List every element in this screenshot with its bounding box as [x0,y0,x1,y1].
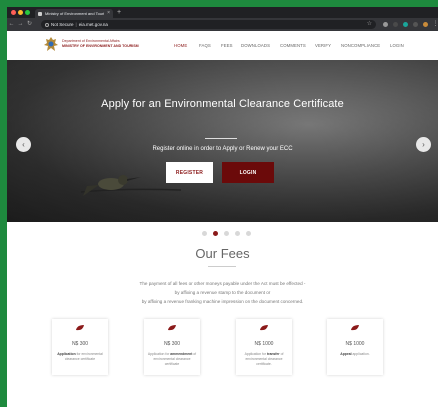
nav-downloads[interactable]: DOWNLOADS [241,43,270,48]
fee-card: N$ 1000 Appeal application. [327,319,383,375]
security-label: Not Secure [51,22,74,27]
fees-desc-line: The payment of all fees or other moneys … [139,281,306,286]
fees-desc-line: by affixing a revenue stamp to the docum… [174,289,271,295]
chevron-right-icon[interactable]: › [416,137,431,152]
carousel-indicator-4[interactable] [235,231,240,236]
fees-description: The payment of all fees or other moneys … [107,280,338,306]
minimize-window-button[interactable] [18,10,23,15]
close-tab-icon[interactable]: × [107,11,110,16]
forward-icon[interactable]: → [16,18,25,31]
url-input[interactable]: Not Secure | eia.met.gov.na ☆ [41,20,376,29]
logo-department-text: Department of Environmental Affairs [62,39,120,43]
fee-description: Appeal application. [340,352,370,356]
fee-card: N$ 300 Application for ammendment of env… [144,319,200,375]
nav-faqs[interactable]: FAQS [199,43,211,48]
logo-ministry-text: MINISTRY OF ENVIRONMENT AND TOURISM [62,44,139,48]
coat-of-arms-icon[interactable] [44,37,58,53]
fee-description: Application for environmental clearance … [57,352,103,361]
fee-card: N$ 300 Application for environmental cle… [52,319,108,375]
info-icon[interactable] [45,22,49,27]
url-text: eia.met.gov.na [78,22,108,27]
leaf-icon [260,325,268,331]
hero-divider [205,138,237,139]
fee-description: Application for ammendment of environmen… [147,352,197,366]
carousel-indicators [202,231,251,236]
tab-title: Ministry of Environment and Tourism [45,11,105,16]
browser-window: Ministry of Environment and Tourism × + … [7,7,438,407]
tab-bar: Ministry of Environment and Tourism × + [7,7,438,18]
leaf-icon [168,325,176,331]
fee-price: N$ 1000 [345,341,365,347]
hero-overlay [7,60,438,222]
register-button[interactable]: REGISTER [166,162,213,183]
carousel-indicator-5[interactable] [246,231,251,236]
browser-tab[interactable]: Ministry of Environment and Tourism × [35,9,113,18]
extension-icon[interactable] [413,22,418,27]
site-header: Department of Environmental Affairs MINI… [7,31,438,61]
fee-price: N$ 300 [71,341,89,347]
new-tab-button[interactable]: + [117,8,121,17]
menu-icon[interactable]: ⋮ [431,18,438,31]
nav-verify[interactable]: VERIFY [315,43,331,48]
maximize-window-button[interactable] [25,10,30,15]
close-window-button[interactable] [11,10,16,15]
fee-description: Application for transfer of environmenta… [244,352,284,366]
leaf-icon [351,325,359,331]
extension-icon[interactable] [393,22,398,27]
nav-login[interactable]: LOGIN [390,43,404,48]
nav-fees[interactable]: FEES [221,43,233,48]
fees-desc-line: by affixing a revenue franking machine i… [141,298,304,304]
fee-price: N$ 300 [163,341,181,347]
carousel-indicator-2[interactable] [213,231,218,236]
hero-carousel: Apply for an Environmental Clearance Cer… [7,60,438,222]
address-bar: ← → ↻ Not Secure | eia.met.gov.na ☆ ⋮ [7,18,438,31]
extension-icon[interactable] [383,22,388,27]
carousel-indicator-1[interactable] [202,231,207,236]
nav-noncompliance[interactable]: NONCOMPLIANCE [341,43,380,48]
fee-price: N$ 1000 [254,341,274,347]
profile-avatar[interactable] [423,22,428,27]
nav-comments[interactable]: COMMENTS [280,43,306,48]
reload-icon[interactable]: ↻ [25,18,34,31]
chevron-left-icon[interactable]: ‹ [16,137,31,152]
fee-card: N$ 1000 Application for transfer of envi… [236,319,292,375]
fees-divider [208,266,236,267]
fees-title: Our Fees [195,246,250,261]
back-icon[interactable]: ← [7,18,16,31]
hero-subtitle: Register online in order to Apply or Ren… [152,146,293,152]
leaf-icon [76,325,84,331]
bookmark-star-icon[interactable]: ☆ [367,20,372,29]
login-button[interactable]: LOGIN [222,162,274,183]
carousel-indicator-3[interactable] [224,231,229,236]
hero-title: Apply for an Environmental Clearance Cer… [101,98,344,110]
nav-home[interactable]: HOME [174,43,187,48]
url-separator: | [75,22,77,27]
extension-icon[interactable] [403,22,408,27]
favicon-icon [38,11,42,16]
